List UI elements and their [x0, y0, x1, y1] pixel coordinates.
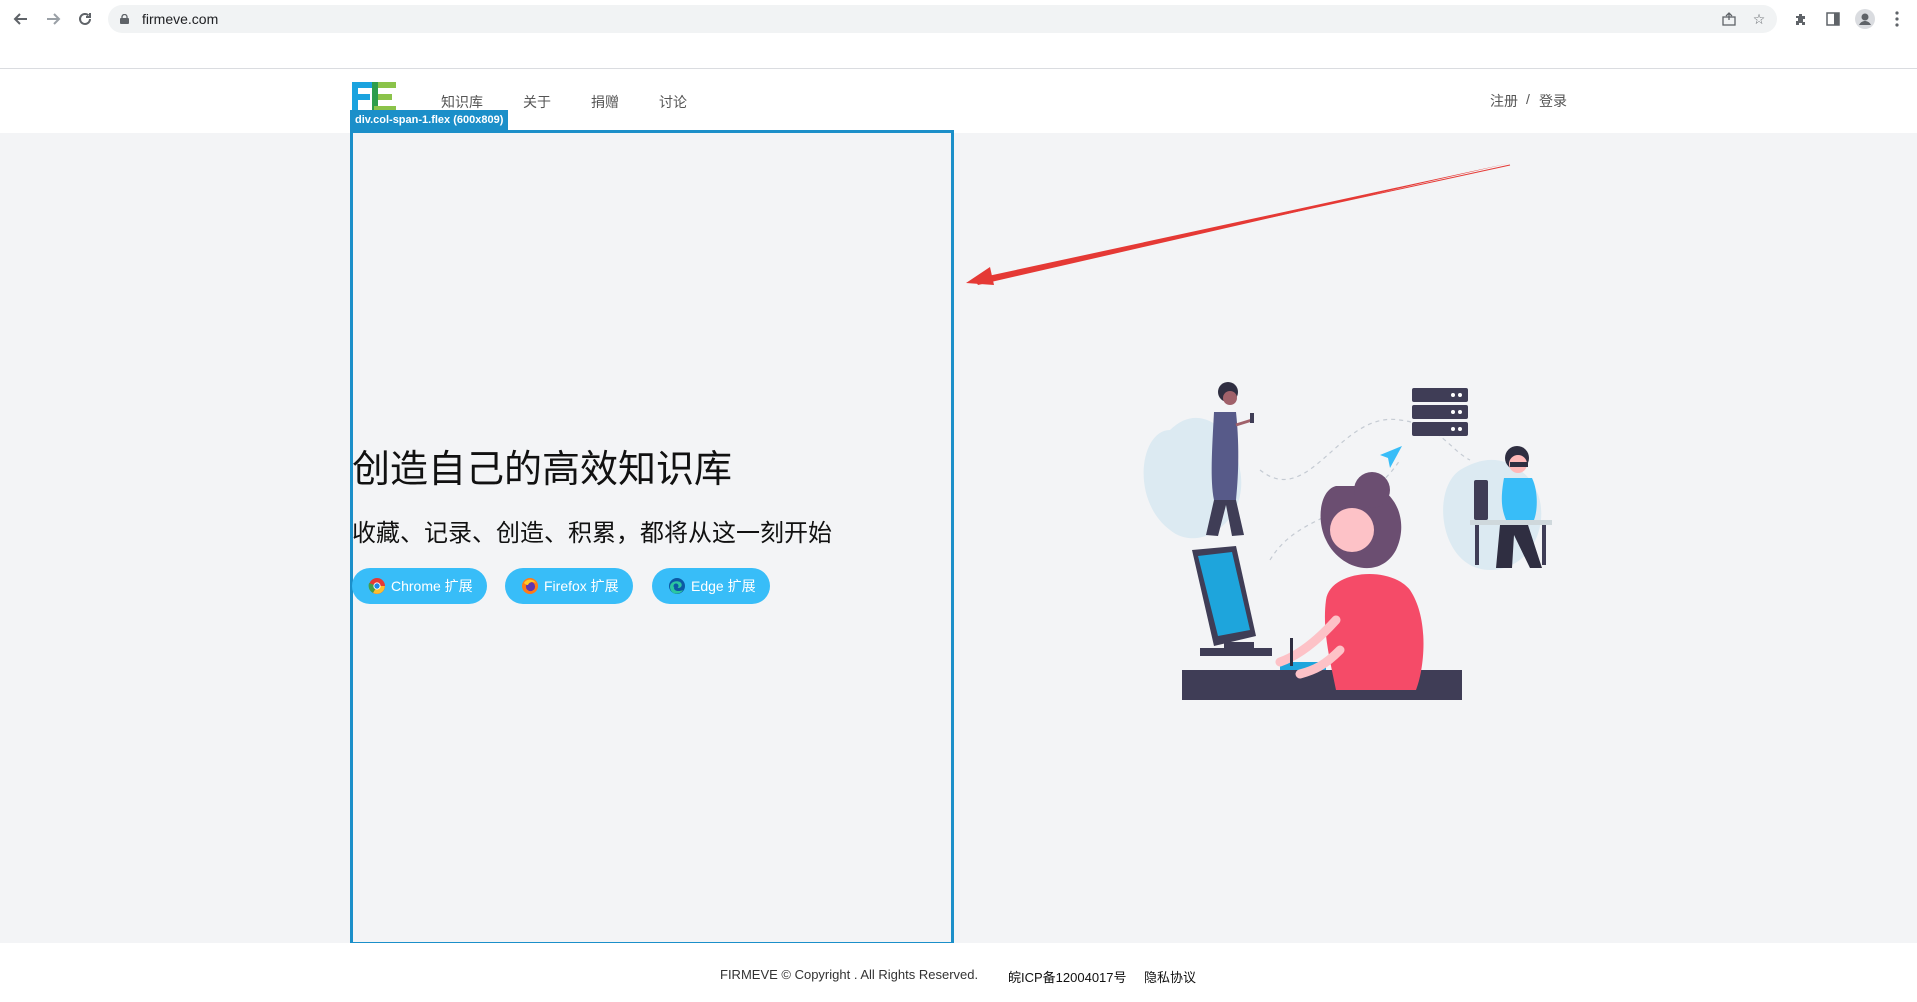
menu-icon[interactable]	[1886, 8, 1908, 30]
firefox-extension-button[interactable]: Firefox 扩展	[505, 568, 633, 604]
chrome-extension-button[interactable]: Chrome 扩展	[352, 568, 487, 604]
back-icon[interactable]	[10, 8, 32, 30]
nav-discuss[interactable]: 讨论	[659, 92, 687, 112]
nav-knowledge-base[interactable]: 知识库	[441, 92, 483, 112]
lock-icon	[120, 14, 129, 24]
side-panel-icon[interactable]	[1822, 8, 1844, 30]
chrome-button-label: Chrome 扩展	[391, 578, 473, 594]
hero-subtitle: 收藏、记录、创造、积累，都将从这一刻开始	[352, 519, 832, 547]
star-icon[interactable]: ☆	[1750, 10, 1768, 28]
reload-icon[interactable]	[74, 8, 96, 30]
address-bar[interactable]: firmeve.com ☆	[108, 5, 1777, 33]
edge-button-label: Edge 扩展	[691, 578, 756, 594]
debug-label: div.col-span-1.flex (600x809)	[350, 110, 509, 130]
icp-link[interactable]: 皖ICP备12004017号	[1008, 967, 1127, 986]
nav-donate[interactable]: 捐赠	[591, 92, 619, 112]
share-icon[interactable]	[1720, 10, 1738, 28]
firefox-button-label: Firefox 扩展	[544, 578, 619, 594]
url-text[interactable]: firmeve.com	[142, 11, 218, 27]
nav-about[interactable]: 关于	[523, 92, 551, 112]
hero-illustration	[1143, 382, 1552, 700]
privacy-link[interactable]: 隐私协议	[1144, 967, 1196, 986]
annotation-arrow	[966, 163, 1511, 285]
footer: FIRMEVE © Copyright . All Rights Reserve…	[0, 943, 1917, 1002]
site-header: 知识库 关于 捐赠 讨论 注册 / 登录	[0, 69, 1917, 133]
browser-toolbar: firmeve.com ☆	[0, 0, 1917, 37]
login-link[interactable]: 登录	[1539, 91, 1567, 111]
forward-icon[interactable]	[42, 8, 64, 30]
edge-extension-button[interactable]: Edge 扩展	[652, 568, 770, 604]
register-link[interactable]: 注册	[1490, 91, 1518, 111]
profile-icon[interactable]	[1854, 8, 1876, 30]
chrome-icon	[368, 578, 385, 594]
auth-separator: /	[1526, 91, 1530, 107]
copyright-text: FIRMEVE © Copyright . All Rights Reserve…	[720, 967, 979, 982]
edge-icon	[669, 578, 685, 594]
firefox-icon	[522, 578, 538, 594]
extensions-icon[interactable]	[1790, 8, 1812, 30]
hero-title: 创造自己的高效知识库	[352, 447, 733, 491]
